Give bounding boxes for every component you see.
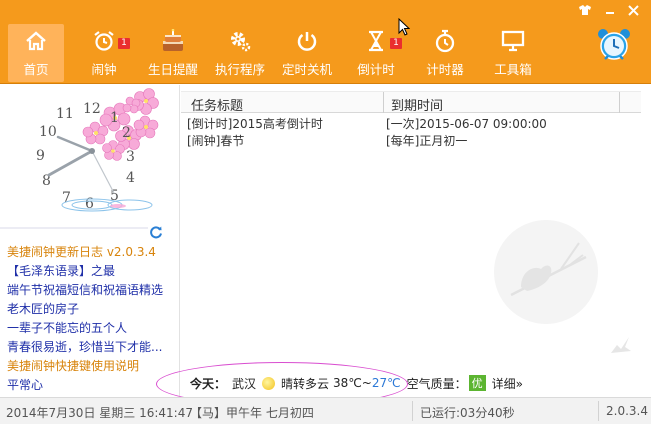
- air-quality-badge: 优: [468, 375, 486, 391]
- task-title-cell: [闹钟]春节: [187, 134, 245, 148]
- column-header-due[interactable]: 到期时间: [391, 95, 443, 114]
- clock-number-3: 3: [126, 149, 135, 165]
- table-header: 任务标题 到期时间: [181, 91, 641, 114]
- clock-number-10: 10: [39, 124, 57, 140]
- nav-run-program-label: 执行程序: [214, 62, 265, 77]
- news-list: 美捷闹钟更新日志 v2.0.3.4 【毛泽东语录】之最 端午节祝福短信和祝福语精…: [7, 243, 179, 395]
- nav-toolbox-label: 工具箱: [494, 62, 532, 77]
- stopwatch-icon: [431, 28, 459, 54]
- ripple-decoration: [61, 198, 153, 212]
- small-bird-icon: [609, 333, 633, 357]
- status-lunar: 【马】甲午年 七月初四: [190, 406, 314, 420]
- nav-shutdown-label: 定时关机: [281, 62, 332, 77]
- news-item-changelog[interactable]: 美捷闹钟更新日志 v2.0.3.4: [7, 243, 179, 262]
- task-title-cell: [倒计时]2015高考倒计时: [187, 117, 323, 131]
- nav-timer[interactable]: 计时器: [414, 24, 476, 82]
- clock-number-1: 1: [110, 110, 119, 126]
- table-row[interactable]: [倒计时]2015高考倒计时 [一次]2015-06-07 09:00:00: [181, 114, 641, 131]
- nav-home-label: 首页: [23, 62, 49, 77]
- status-bar: 2014年7月30日 星期三 16:41:47 【马】甲午年 七月初四 已运行:…: [0, 397, 651, 424]
- nav-shutdown[interactable]: 定时关机: [275, 24, 339, 82]
- skin-icon[interactable]: [576, 2, 594, 18]
- status-datetime: 2014年7月30日 星期三 16:41:47: [6, 406, 193, 420]
- mouse-cursor-icon: [398, 17, 411, 36]
- air-quality-label: 空气质量：: [406, 376, 467, 391]
- minimize-icon[interactable]: [601, 2, 619, 18]
- analog-clock: 12 1 2 3 4 5 6 7 8 9 10 11: [0, 85, 180, 230]
- refresh-icon[interactable]: [149, 225, 163, 239]
- nav-alarm[interactable]: 1 闹钟: [76, 24, 132, 82]
- left-panel: 12 1 2 3 4 5 6 7 8 9 10 11 美捷闹钟更新日志 v2.0…: [0, 85, 180, 396]
- clock-number-9: 9: [36, 148, 45, 164]
- monitor-icon: [499, 28, 527, 54]
- clock-number-2: 2: [122, 125, 131, 141]
- status-divider: [598, 401, 599, 421]
- task-due-cell: [每年]正月初一: [386, 134, 468, 148]
- nav-countdown[interactable]: 1 倒计时: [346, 24, 406, 82]
- hourglass-icon: 1: [362, 28, 402, 54]
- nav-run-program[interactable]: 执行程序: [208, 24, 272, 82]
- nav-birthday[interactable]: 生日提醒: [140, 24, 206, 82]
- alarm-icon: 1: [90, 28, 130, 54]
- column-header-title[interactable]: 任务标题: [191, 95, 243, 114]
- news-item[interactable]: 青春很易逝，珍惜当下才能...: [7, 338, 179, 357]
- status-divider: [412, 401, 413, 421]
- column-divider[interactable]: [619, 92, 620, 113]
- nav-countdown-label: 倒计时: [357, 62, 395, 77]
- alarm-logo-icon[interactable]: [596, 26, 632, 62]
- news-item[interactable]: 【毛泽东语录】之最: [7, 262, 179, 281]
- alarm-badge: 1: [118, 38, 130, 49]
- clock-number-11: 11: [56, 106, 74, 122]
- gear-icon: [226, 28, 254, 54]
- nav-toolbox[interactable]: 工具箱: [484, 24, 542, 82]
- home-icon: [22, 28, 50, 54]
- news-item[interactable]: 老木匠的房子: [7, 300, 179, 319]
- weather-detail-link[interactable]: 详细»: [492, 375, 523, 392]
- table-row[interactable]: [闹钟]春节 [每年]正月初一: [181, 131, 641, 148]
- news-item[interactable]: 端午节祝福短信和祝福语精选: [7, 281, 179, 300]
- status-version: 2.0.3.4: [606, 404, 648, 418]
- task-due-cell: [一次]2015-06-07 09:00:00: [386, 117, 547, 131]
- countdown-badge: 1: [390, 38, 402, 49]
- clock-number-4: 4: [126, 170, 135, 186]
- close-icon[interactable]: [624, 2, 642, 18]
- news-item[interactable]: 一辈子不能忘的五个人: [7, 319, 179, 338]
- top-toolbar: 首页 1 闹钟 生日提醒 执行程序 定时关机 1 倒计时 计时器 工具箱: [0, 0, 651, 84]
- cake-icon: [159, 28, 187, 54]
- nav-birthday-label: 生日提醒: [147, 62, 198, 77]
- clock-number-12: 12: [83, 101, 101, 117]
- status-runtime: 已运行:03分40秒: [420, 406, 515, 420]
- power-icon: [293, 28, 321, 54]
- clock-number-6: 6: [85, 196, 94, 212]
- news-item-shortcuts[interactable]: 美捷闹钟快捷键使用说明: [7, 357, 179, 376]
- news-item[interactable]: 平常心: [7, 376, 179, 395]
- nav-timer-label: 计时器: [426, 62, 464, 77]
- bird-watermark-icon: [491, 217, 601, 327]
- column-divider[interactable]: [383, 92, 384, 113]
- task-table: 任务标题 到期时间 [倒计时]2015高考倒计时 [一次]2015-06-07 …: [181, 85, 651, 396]
- nav-alarm-label: 闹钟: [91, 62, 117, 77]
- nav-home[interactable]: 首页: [8, 24, 64, 82]
